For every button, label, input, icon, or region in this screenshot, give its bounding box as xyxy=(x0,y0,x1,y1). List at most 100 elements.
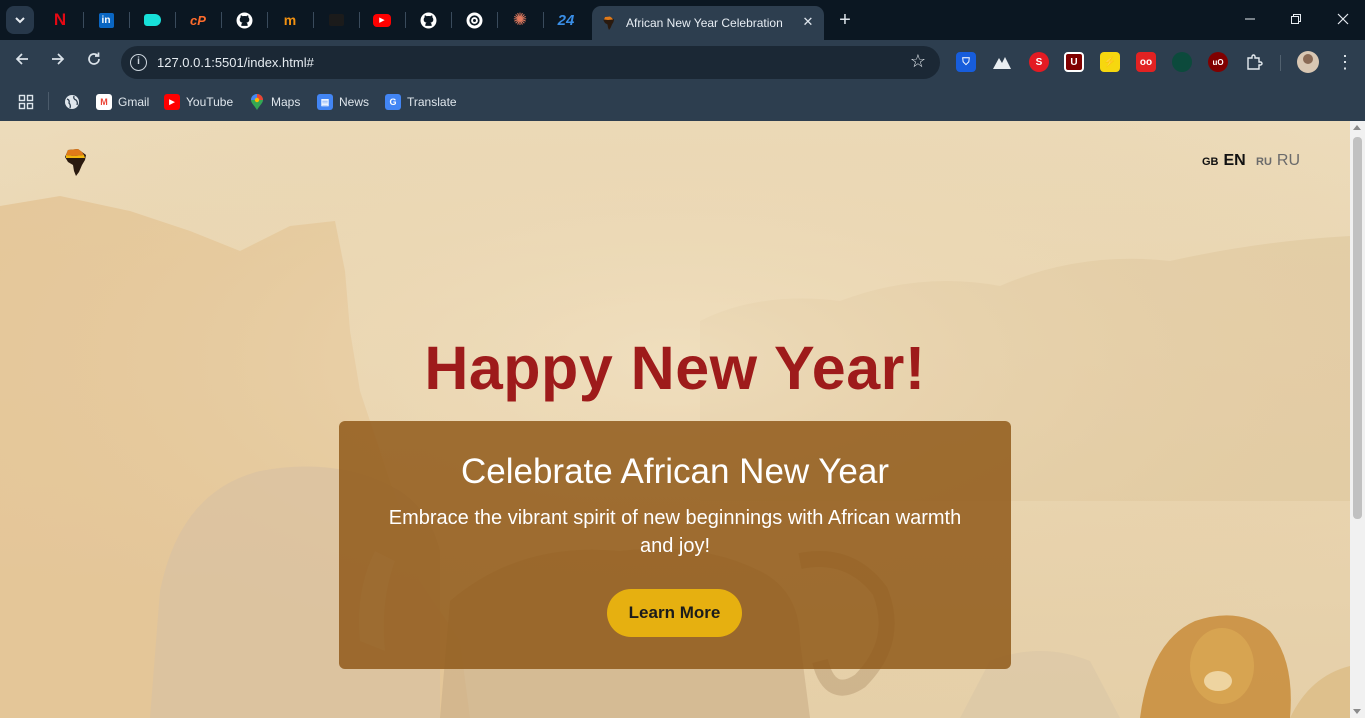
reload-button[interactable] xyxy=(82,50,106,74)
ublock-icon[interactable]: U xyxy=(1064,52,1084,72)
pinned-tab-linkedin[interactable]: in xyxy=(94,8,118,32)
arrow-right-icon xyxy=(52,53,65,65)
minimize-icon xyxy=(1245,18,1255,20)
site-info-icon[interactable]: i xyxy=(130,54,147,71)
extensions-puzzle-icon[interactable] xyxy=(1244,52,1264,72)
pinned-tab-sunburst[interactable]: ✺ xyxy=(508,8,532,32)
tab-separator xyxy=(543,12,544,28)
mountain-icon[interactable] xyxy=(992,52,1012,72)
ublock-origin-icon[interactable]: uO xyxy=(1208,52,1228,72)
shield-s-icon[interactable]: S xyxy=(1029,52,1049,72)
tab-search-button[interactable] xyxy=(6,6,34,34)
close-icon xyxy=(1337,13,1349,25)
pinned-tab-openai[interactable] xyxy=(462,8,486,32)
github-icon xyxy=(236,12,252,28)
address-url[interactable]: 127.0.0.1:5501/index.html# xyxy=(157,55,314,70)
page-viewport: GB EN RU RU Happy New Year! Celebrate Af… xyxy=(0,121,1350,718)
tab-separator xyxy=(267,12,268,28)
sunburst-icon: ✺ xyxy=(512,10,528,29)
bookmark-label: News xyxy=(339,95,370,109)
pinned-tab-netflix[interactable]: N xyxy=(48,8,72,32)
dark-square-icon xyxy=(328,14,344,26)
tab-separator xyxy=(129,12,130,28)
lightning-icon[interactable]: ⚡ xyxy=(1100,52,1120,72)
hero-subtitle: Celebrate African New Year xyxy=(460,452,890,491)
gmail-icon: M xyxy=(96,94,112,110)
language-code: RU xyxy=(1276,152,1300,169)
language-code: EN xyxy=(1223,152,1246,169)
bitwarden-icon[interactable]: ⛉ xyxy=(956,52,976,72)
bookmark-youtube[interactable]: ▶ YouTube xyxy=(164,92,233,112)
profile-avatar[interactable] xyxy=(1297,51,1319,73)
tab-separator xyxy=(497,12,498,28)
browser-menu-icon[interactable]: ⋮ xyxy=(1336,50,1354,74)
maps-icon xyxy=(249,94,265,110)
active-tab-title: African New Year Celebration xyxy=(626,16,783,30)
youtube-icon: ▶ xyxy=(373,13,391,27)
bookmark-label: Gmail xyxy=(118,95,150,109)
new-tab-button[interactable]: + xyxy=(834,9,856,31)
bookmarks-bar: M Gmail ▶ YouTube Maps ▤ News G Translat… xyxy=(0,84,1365,121)
translate-icon: G xyxy=(385,94,401,110)
language-en-button[interactable]: GB EN xyxy=(1202,152,1246,170)
restore-button[interactable] xyxy=(1284,8,1308,32)
address-bar[interactable]: i 127.0.0.1:5501/index.html# ☆ xyxy=(121,46,940,79)
language-flag: RU xyxy=(1256,156,1272,168)
browser-toolbar: i 127.0.0.1:5501/index.html# ☆ ⛉ S U ⚡ o… xyxy=(0,40,1365,84)
back-button[interactable] xyxy=(10,50,34,74)
page-scrollbar[interactable] xyxy=(1350,121,1365,718)
bookmark-label: Translate xyxy=(407,95,457,109)
hero-card: Celebrate African New Year Embrace the v… xyxy=(339,421,1011,669)
bookmark-label: Maps xyxy=(271,95,301,109)
apps-grid-icon[interactable] xyxy=(18,92,34,112)
pinned-tab-24[interactable]: 24 xyxy=(554,8,578,32)
pinned-tab-cpanel[interactable]: cP xyxy=(186,8,210,32)
pinned-tab-github[interactable] xyxy=(232,8,256,32)
toolbar-separator xyxy=(1280,55,1281,71)
bookmark-label: YouTube xyxy=(186,95,234,109)
linkedin-icon: in xyxy=(98,12,114,28)
africa-logo-icon[interactable] xyxy=(62,146,90,178)
pinned-tab-dark[interactable] xyxy=(324,8,348,32)
arrow-left-icon xyxy=(15,53,28,65)
learn-more-button[interactable]: Learn More xyxy=(607,589,742,637)
bookmark-news[interactable]: ▤ News xyxy=(317,92,369,112)
forward-button[interactable] xyxy=(46,50,70,74)
globe-icon[interactable] xyxy=(64,92,80,112)
africa-favicon-icon xyxy=(603,16,614,30)
tab-separator xyxy=(405,12,406,28)
bookmark-star-icon[interactable]: ☆ xyxy=(910,51,926,72)
dark-green-icon[interactable] xyxy=(1172,52,1192,72)
hero-description: Embrace the vibrant spirit of new beginn… xyxy=(388,507,962,557)
bookmark-gmail[interactable]: M Gmail xyxy=(96,92,149,112)
browser-tab-strip: N in cP m ▶ ✺ 24 African New Year Celebr… xyxy=(0,0,1365,40)
bookmark-translate[interactable]: G Translate xyxy=(385,92,457,112)
scrollbar-thumb[interactable] xyxy=(1353,137,1362,519)
flag-icon: m xyxy=(283,12,297,28)
scroll-down-icon[interactable] xyxy=(1353,709,1361,714)
bookmark-maps[interactable]: Maps xyxy=(249,92,300,112)
pinned-tab-cyan[interactable] xyxy=(140,8,164,32)
news-icon: ▤ xyxy=(317,94,333,110)
pinned-tab-youtube[interactable]: ▶ xyxy=(370,8,394,32)
glasses-icon[interactable]: oo xyxy=(1136,52,1156,72)
close-window-button[interactable] xyxy=(1331,8,1355,32)
active-tab[interactable]: African New Year Celebration ✕ xyxy=(592,6,824,40)
hero-title: Happy New Year! xyxy=(424,334,926,402)
cyan-tag-icon xyxy=(143,14,161,26)
pinned-tab-flag[interactable]: m xyxy=(278,8,302,32)
calendar-24-icon: 24 xyxy=(557,11,575,29)
minimize-button[interactable] xyxy=(1238,8,1262,32)
scroll-up-icon[interactable] xyxy=(1353,125,1361,130)
close-tab-icon[interactable]: ✕ xyxy=(800,14,816,30)
language-ru-button[interactable]: RU RU xyxy=(1256,152,1300,170)
youtube-icon: ▶ xyxy=(164,94,180,110)
tab-separator xyxy=(175,12,176,28)
language-flag: GB xyxy=(1202,156,1219,168)
tab-separator xyxy=(313,12,314,28)
openai-icon xyxy=(466,12,482,28)
chevron-down-icon xyxy=(15,17,25,24)
pinned-tab-github-2[interactable] xyxy=(416,8,440,32)
cpanel-icon: cP xyxy=(190,12,206,28)
reload-icon xyxy=(88,52,100,65)
